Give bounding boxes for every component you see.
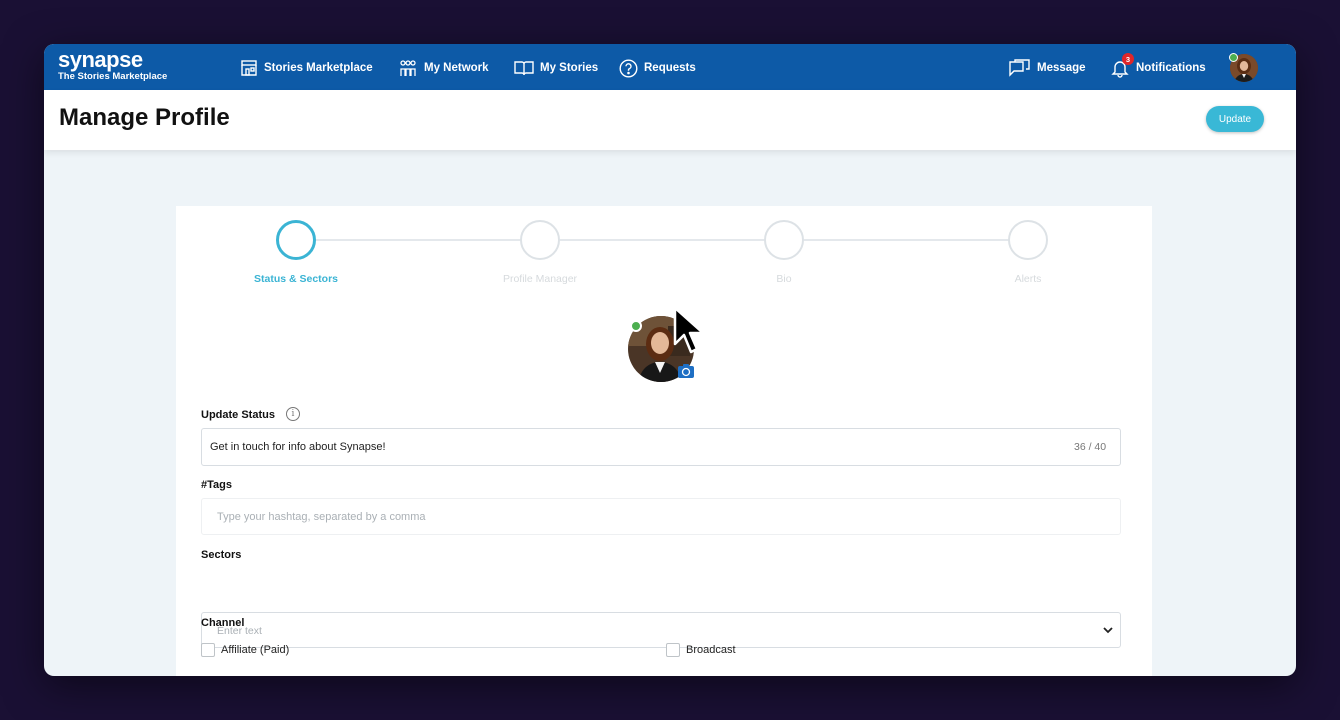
- step-label-profile-manager[interactable]: Profile Manager: [460, 273, 620, 285]
- notification-badge: 3: [1122, 53, 1134, 65]
- nav-label: Requests: [644, 62, 696, 74]
- nav-notifications[interactable]: 3 Notifications: [1110, 53, 1206, 78]
- stepper-connector: [560, 239, 766, 241]
- camera-icon[interactable]: [678, 364, 694, 378]
- step-circle-profile-manager[interactable]: [520, 220, 560, 260]
- storefront-icon: [241, 60, 257, 76]
- logo-text: synapse: [58, 47, 143, 72]
- status-label: Update Status: [201, 409, 275, 421]
- step-circle-status-sectors[interactable]: [276, 220, 316, 260]
- affiliate-checkbox[interactable]: [201, 643, 215, 657]
- step-label-bio[interactable]: Bio: [704, 273, 864, 285]
- nav-stories-marketplace[interactable]: Stories Marketplace: [240, 58, 373, 78]
- info-icon[interactable]: i: [286, 407, 300, 421]
- broadcast-checkbox[interactable]: [666, 643, 680, 657]
- sectors-label: Sectors: [201, 549, 242, 561]
- page-title: Manage Profile: [59, 104, 230, 131]
- broadcast-label[interactable]: Broadcast: [686, 644, 736, 656]
- step-label-status-sectors[interactable]: Status & Sectors: [216, 273, 376, 285]
- nav-my-network[interactable]: My Network: [398, 58, 489, 78]
- bell-wrap: 3: [1110, 53, 1134, 78]
- chevron-down-icon: [1103, 627, 1113, 634]
- affiliate-label[interactable]: Affiliate (Paid): [221, 644, 289, 656]
- logo[interactable]: synapse The Stories Marketplace: [58, 49, 167, 83]
- tags-label: #Tags: [201, 479, 232, 491]
- status-char-counter: 36 / 40: [1074, 441, 1107, 453]
- nav-requests[interactable]: Requests: [619, 58, 696, 78]
- mouse-cursor-icon: [673, 306, 705, 354]
- nav-label: Stories Marketplace: [264, 62, 373, 74]
- update-button[interactable]: Update: [1206, 106, 1264, 132]
- page-header: Manage Profile Update: [44, 90, 1296, 150]
- profile-card: Status & Sectors Profile Manager Bio Ale…: [176, 206, 1152, 676]
- channel-label: Channel: [201, 617, 245, 629]
- stepper-connector: [804, 239, 1010, 241]
- app-window: synapse The Stories Marketplace Stories …: [44, 44, 1296, 676]
- top-nav: synapse The Stories Marketplace Stories …: [44, 44, 1296, 90]
- stepper-connector: [316, 239, 522, 241]
- question-icon: [619, 58, 638, 78]
- nav-label: Message: [1037, 62, 1086, 74]
- logo-tagline: The Stories Marketplace: [58, 71, 168, 82]
- nav-label: My Stories: [540, 62, 599, 74]
- book-icon: [514, 61, 534, 76]
- step-circle-alerts[interactable]: [1008, 220, 1048, 260]
- people-icon: [400, 60, 416, 76]
- nav-label: Notifications: [1136, 62, 1206, 74]
- nav-my-stories[interactable]: My Stories: [514, 58, 598, 78]
- chat-icon: [1009, 59, 1030, 77]
- step-circle-bio[interactable]: [764, 220, 804, 260]
- nav-label: My Network: [424, 62, 489, 74]
- status-input[interactable]: [201, 428, 1121, 466]
- sectors-select[interactable]: Enter text: [201, 612, 1121, 648]
- nav-message[interactable]: Message: [1007, 58, 1086, 78]
- tags-input[interactable]: [201, 498, 1121, 535]
- online-indicator: [630, 320, 642, 332]
- online-indicator: [1229, 53, 1238, 62]
- step-label-alerts[interactable]: Alerts: [948, 273, 1108, 285]
